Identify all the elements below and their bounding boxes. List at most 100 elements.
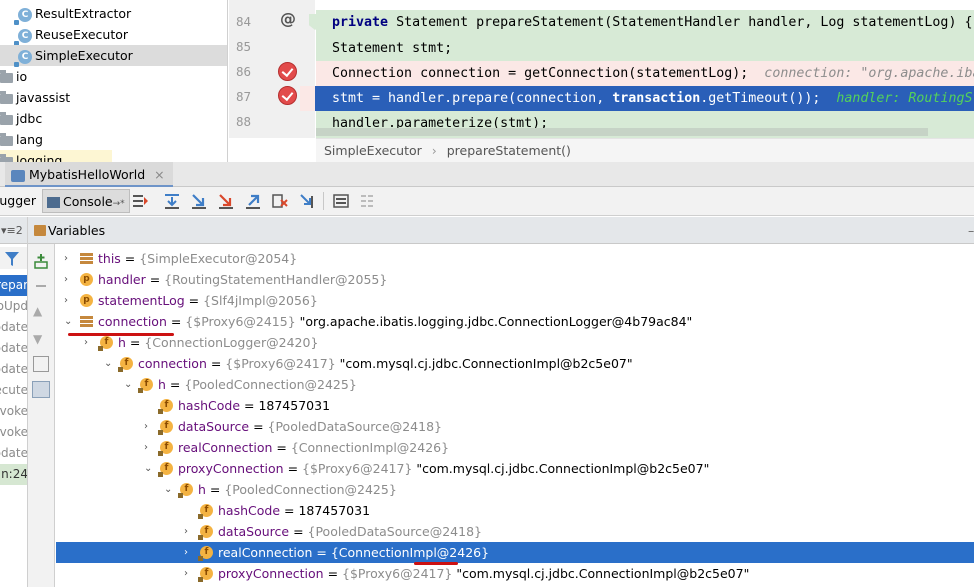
breakpoint-icon[interactable] <box>278 86 297 105</box>
current-line-gutter <box>315 86 316 111</box>
collapse-arrow-icon[interactable]: ⌄ <box>64 311 74 332</box>
line-number: 87 <box>235 89 251 104</box>
frame-item[interactable]: invoke <box>0 422 27 443</box>
line-number: 84 <box>235 14 251 29</box>
frame-item[interactable]: update <box>0 359 27 380</box>
local-variable-icon <box>80 316 93 329</box>
variable-equals: = <box>249 419 268 434</box>
variable-row[interactable]: f hashCode = 187457031 <box>56 395 974 416</box>
variable-text: proxyConnection = {$Proxy6@2417} "com.my… <box>178 458 709 479</box>
variable-type: {$Proxy6@2417} <box>342 566 453 581</box>
step-over-icon[interactable] <box>163 192 181 210</box>
tree-item-resultextractor[interactable]: C ResultExtractor <box>14 3 131 25</box>
variable-row[interactable]: f hashCode = 187457031 <box>56 500 974 521</box>
collapse-arrow-icon[interactable]: ⌄ <box>124 374 134 395</box>
variable-row[interactable]: › f dataSource = {PooledDataSource@2418} <box>56 521 974 542</box>
move-up-icon[interactable]: ▲ <box>33 304 42 318</box>
show-execution-point-icon[interactable] <box>131 192 149 210</box>
variable-row[interactable]: › f realConnection = {ConnectionImpl@2426} <box>56 542 974 563</box>
expand-arrow-icon[interactable]: › <box>184 542 194 563</box>
remove-watch-icon[interactable] <box>36 285 46 287</box>
variable-row[interactable]: ⌄ f connection = {$Proxy6@2417} "com.mysql… <box>56 353 974 374</box>
tree-item-io[interactable]: io <box>0 66 27 87</box>
variable-equals: = <box>280 503 299 518</box>
variable-row[interactable]: › f realConnection = {ConnectionImpl@2426} <box>56 437 974 458</box>
step-out-icon[interactable] <box>244 192 262 210</box>
frame-item[interactable]: execute <box>0 380 27 401</box>
frame-item[interactable]: update <box>0 443 27 464</box>
variable-text: dataSource = {PooledDataSource@2418} <box>218 521 482 542</box>
frame-item[interactable]: main:24 <box>0 464 27 485</box>
frame-item[interactable]: doUpd <box>0 296 27 317</box>
frame-item[interactable]: prepar <box>0 275 27 296</box>
variable-row[interactable]: › f dataSource = {PooledDataSource@2418} <box>56 416 974 437</box>
line-number: 85 <box>235 39 251 54</box>
new-watch-icon[interactable] <box>32 252 50 270</box>
filter-icon[interactable] <box>0 247 27 269</box>
collapse-arrow-icon[interactable]: ⌄ <box>104 353 114 374</box>
frames-count[interactable]: ▾≡2 <box>0 217 27 244</box>
minimize-icon[interactable]: – <box>968 217 974 244</box>
tree-item-logging[interactable]: logging <box>0 150 112 162</box>
variable-value: "com.mysql.cj.jdbc.ConnectionImpl@b2c5e0… <box>412 461 710 476</box>
project-tree: C ResultExtractor C ReuseExecutor C SimpleE… <box>0 0 228 162</box>
breadcrumb-class[interactable]: SimpleExecutor <box>324 143 422 158</box>
variable-row[interactable]: › f proxyConnection = {$Proxy6@2417} "com.… <box>56 563 974 584</box>
variable-row[interactable]: › p statementLog = {Slf4jImpl@2056} <box>56 290 974 311</box>
variable-row[interactable]: › p handler = {RoutingStatementHandler@205… <box>56 269 974 290</box>
tree-item-jdbc[interactable]: jdbc <box>0 108 42 129</box>
override-marker-icon[interactable]: @ <box>280 9 296 28</box>
variable-name: handler <box>98 272 146 287</box>
drop-frame-icon[interactable] <box>271 192 289 210</box>
frame-item[interactable]: invoke <box>0 401 27 422</box>
run-config-tab[interactable]: MybatisHelloWorld × <box>5 162 173 187</box>
tree-item-lang[interactable]: lang <box>0 129 43 150</box>
expand-arrow-icon[interactable]: › <box>144 416 154 437</box>
breakpoint-icon[interactable] <box>278 62 297 81</box>
variable-text: this = {SimpleExecutor@2054} <box>98 248 297 269</box>
variable-row[interactable]: ⌄ f h = {PooledConnection@2425} <box>56 479 974 500</box>
variable-type: {ConnectionLogger@2420} <box>144 335 319 350</box>
variable-equals: = <box>125 335 145 350</box>
variable-type: {Slf4jImpl@2056} <box>203 293 318 308</box>
expand-arrow-icon[interactable]: › <box>64 290 74 311</box>
tree-item-javassist[interactable]: javassist <box>0 87 70 108</box>
expand-arrow-icon[interactable]: › <box>144 437 154 458</box>
watches-toggle-icon[interactable] <box>32 381 50 398</box>
expand-arrow-icon[interactable]: › <box>64 248 74 269</box>
editor-horizontal-scrollbar[interactable] <box>316 128 928 136</box>
variable-row[interactable]: › f h = {ConnectionLogger@2420} <box>56 332 974 353</box>
trace-stream-icon[interactable] <box>358 192 376 210</box>
frame-item[interactable]: update <box>0 317 27 338</box>
close-tab-icon[interactable]: × <box>154 167 164 182</box>
copy-icon[interactable] <box>33 356 49 372</box>
variable-equals: = <box>205 482 225 497</box>
variable-text: hashCode = 187457031 <box>178 395 330 416</box>
frame-item[interactable]: update <box>0 338 27 359</box>
move-down-icon[interactable]: ▼ <box>33 332 42 346</box>
force-step-into-icon[interactable] <box>217 192 235 210</box>
package-icon <box>0 111 13 125</box>
variable-name: connection <box>98 314 167 329</box>
collapse-arrow-icon[interactable]: ⌄ <box>144 458 154 479</box>
evaluate-expression-icon[interactable] <box>332 192 350 210</box>
variable-row[interactable]: › this = {SimpleExecutor@2054} <box>56 248 974 269</box>
tab-debugger[interactable]: Debugger <box>0 187 38 215</box>
debug-toolbar: Debugger Console→* <box>0 187 974 216</box>
variable-row[interactable]: ⌄ connection = {$Proxy6@2415} "org.apache… <box>56 311 974 332</box>
line-number: 86 <box>235 64 251 79</box>
collapse-arrow-icon[interactable]: ⌄ <box>164 479 174 500</box>
expand-arrow-icon[interactable]: › <box>184 563 194 584</box>
field-icon: f <box>158 462 173 477</box>
breadcrumb-method[interactable]: prepareStatement() <box>447 143 571 158</box>
tab-console[interactable]: Console→* <box>42 189 130 213</box>
step-into-icon[interactable] <box>190 192 208 210</box>
expand-arrow-icon[interactable]: › <box>184 521 194 542</box>
variable-row[interactable]: ⌄ f h = {PooledConnection@2425} <box>56 374 974 395</box>
tree-item-reuseexecutor[interactable]: C ReuseExecutor <box>14 24 128 46</box>
tree-item-simpleexecutor[interactable]: C SimpleExecutor <box>0 45 227 67</box>
expand-arrow-icon[interactable]: › <box>64 269 74 290</box>
variable-row[interactable]: ⌄ f proxyConnection = {$Proxy6@2417} "com.… <box>56 458 974 479</box>
run-to-cursor-icon[interactable] <box>298 192 316 210</box>
variable-text: proxyConnection = {$Proxy6@2417} "com.my… <box>218 563 749 584</box>
